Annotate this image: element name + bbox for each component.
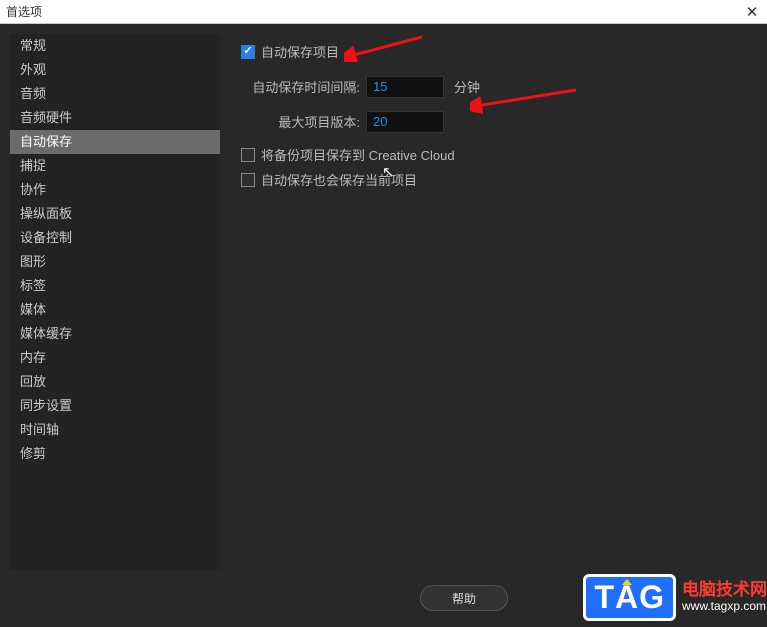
titlebar: 首选项 ✕ — [0, 0, 767, 24]
content-panel: 自动保存项目 自动保存时间间隔: 分钟 最大项目版本: 将备份项目保存到 Cre… — [230, 34, 757, 570]
watermark-cn: 电脑技术网 — [682, 581, 767, 600]
autosave-checkbox[interactable] — [241, 45, 255, 59]
sidebar-item-collaboration[interactable]: 协作 — [10, 178, 220, 202]
sidebar-item-memory[interactable]: 内存 — [10, 346, 220, 370]
sidebar-item-autosave[interactable]: 自动保存 — [10, 130, 220, 154]
backup-cloud-label: 将备份项目保存到 Creative Cloud — [261, 145, 455, 164]
window-title: 首选项 — [6, 3, 42, 20]
main-area: 常规 外观 音频 音频硬件 自动保存 捕捉 协作 操纵面板 设备控制 图形 标签… — [0, 24, 767, 580]
backup-cloud-checkbox[interactable] — [241, 148, 255, 162]
interval-unit: 分钟 — [454, 77, 480, 96]
interval-label: 自动保存时间间隔: — [236, 77, 360, 96]
sidebar-item-general[interactable]: 常规 — [10, 34, 220, 58]
watermark-url: www.tagxp.com — [682, 600, 767, 613]
autosave-label: 自动保存项目 — [261, 42, 339, 61]
watermark-logo: TAG — [583, 574, 676, 621]
close-icon[interactable]: ✕ — [743, 3, 761, 21]
sidebar: 常规 外观 音频 音频硬件 自动保存 捕捉 协作 操纵面板 设备控制 图形 标签… — [10, 34, 220, 570]
sidebar-item-capture[interactable]: 捕捉 — [10, 154, 220, 178]
sidebar-item-control-surface[interactable]: 操纵面板 — [10, 202, 220, 226]
sidebar-item-audio[interactable]: 音频 — [10, 82, 220, 106]
max-versions-label: 最大项目版本: — [236, 112, 360, 131]
interval-input[interactable] — [366, 76, 444, 98]
sidebar-item-labels[interactable]: 标签 — [10, 274, 220, 298]
sidebar-item-appearance[interactable]: 外观 — [10, 58, 220, 82]
sidebar-item-sync-settings[interactable]: 同步设置 — [10, 394, 220, 418]
sidebar-item-playback[interactable]: 回放 — [10, 370, 220, 394]
help-button[interactable]: 帮助 — [420, 585, 508, 611]
sidebar-item-timeline[interactable]: 时间轴 — [10, 418, 220, 442]
save-current-label: 自动保存也会保存当前项目 — [261, 170, 417, 189]
max-versions-input[interactable] — [366, 111, 444, 133]
sidebar-item-media[interactable]: 媒体 — [10, 298, 220, 322]
sidebar-item-trim[interactable]: 修剪 — [10, 442, 220, 466]
watermark: TAG 电脑技术网 www.tagxp.com — [583, 567, 767, 627]
save-current-checkbox[interactable] — [241, 173, 255, 187]
sidebar-item-audio-hardware[interactable]: 音频硬件 — [10, 106, 220, 130]
sidebar-item-media-cache[interactable]: 媒体缓存 — [10, 322, 220, 346]
sidebar-item-graphics[interactable]: 图形 — [10, 250, 220, 274]
sidebar-item-device-control[interactable]: 设备控制 — [10, 226, 220, 250]
